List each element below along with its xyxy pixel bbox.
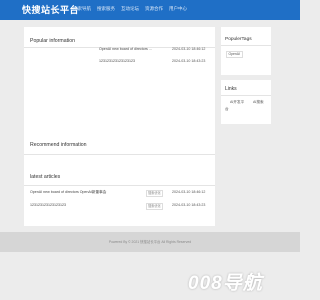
copyright-text: Powered By © 2021 快搜站长平台 All Rights Rese… [108,240,192,244]
latest-articles-title: latest articles [30,174,61,180]
links-title: Links [225,86,237,92]
tag-chip-openai[interactable]: OpenAI [226,51,243,58]
popular-item-title[interactable]: 123123123123123123 [99,59,135,63]
links-panel: Links AI开发平 AI搜索 台 [221,80,271,124]
site-logo[interactable]: 快搜站长平台 [22,3,79,16]
nav-item-resources[interactable]: 资源合作 [145,6,163,12]
latest-article-title[interactable]: OpenAI new board of directors OpenAI新董事会 [30,190,106,195]
category-tag[interactable]: 搜索优化 [146,190,163,197]
friend-link-continued[interactable]: 台 [225,107,229,112]
divider [221,45,271,46]
friend-link[interactable]: AI开发平 [230,100,244,105]
nav-item-user-center[interactable]: 用户中心 [169,6,187,12]
latest-article-date: 2024-03-10 18:46:12 [172,190,206,194]
top-navbar: 快搜站长平台 搜索导航 搜索服务 互动论坛 资源合作 用户中心 [0,0,300,20]
main-content-panel: Popular information OpenAI new board of … [24,27,215,226]
latest-article-date: 2024-03-10 18:43:23 [172,203,206,207]
nav-item-search-service[interactable]: 搜索服务 [97,6,115,12]
popular-tags-panel: PopulerTags OpenAI [221,27,271,75]
watermark-text: 008导航 [188,273,263,294]
popular-info-title: Popular information [30,38,75,44]
page-footer: Powered By © 2021 快搜站长平台 All Rights Rese… [0,232,300,252]
nav-item-search-nav[interactable]: 搜索导航 [73,6,91,12]
popular-item-date: 2024-03-10 18:43:23 [172,59,206,63]
divider [221,95,271,96]
friend-link[interactable]: AI搜索 [253,100,264,105]
category-tag[interactable]: 搜索优化 [146,203,163,210]
divider [24,185,215,186]
popular-tags-title: PopulerTags [225,37,252,42]
popular-item-date: 2024-03-10 18:46:12 [172,47,206,51]
nav-item-forum[interactable]: 互动论坛 [121,6,139,12]
recommend-info-title: Recommend information [30,142,87,148]
divider [24,154,215,155]
latest-article-title[interactable]: 123123123123123123 [30,203,66,207]
popular-item-title[interactable]: OpenAI new board of directors ... [99,47,152,51]
main-nav: 搜索导航 搜索服务 互动论坛 资源合作 用户中心 [73,6,187,12]
